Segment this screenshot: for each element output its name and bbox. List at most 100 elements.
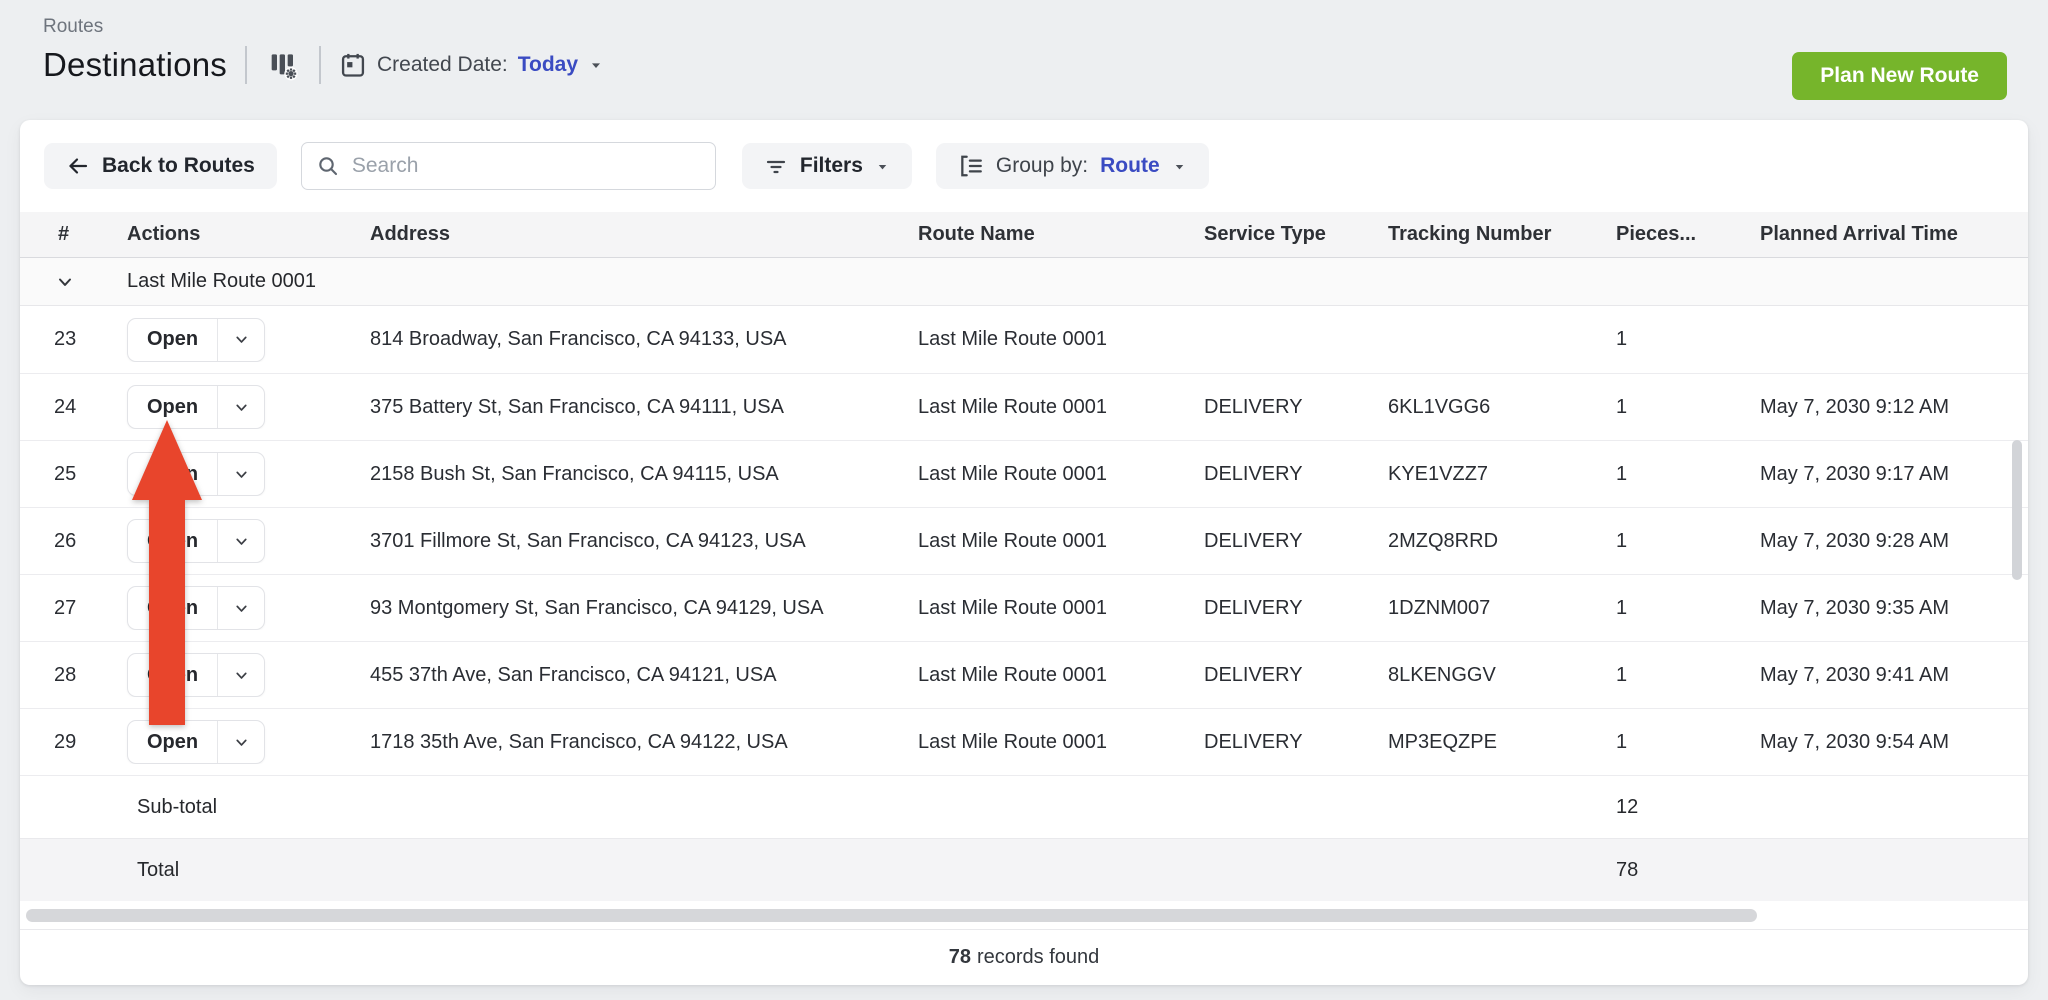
service-type-cell: DELIVERY [1200, 463, 1380, 486]
service-type-cell: DELIVERY [1200, 664, 1380, 687]
actions-cell: Open [110, 720, 370, 764]
divider [245, 46, 247, 84]
destination-row: 29Open1718 35th Ave, San Francisco, CA 9… [20, 708, 2028, 775]
tracking-number-cell: 6KL1VGG6 [1380, 396, 1610, 419]
open-dropdown-button[interactable] [217, 721, 264, 763]
open-button[interactable]: Open [128, 319, 217, 361]
row-number: 26 [20, 530, 110, 553]
back-to-routes-button[interactable]: Back to Routes [44, 143, 277, 189]
column-settings-button[interactable] [265, 47, 301, 83]
actions-cell: Open [110, 452, 370, 496]
open-button[interactable]: Open [128, 386, 217, 428]
destinations-panel: Back to Routes Filters Group by: Route [20, 120, 2028, 985]
open-split-button: Open [127, 653, 265, 697]
destination-row: 28Open455 37th Ave, San Francisco, CA 94… [20, 641, 2028, 708]
group-by-icon [958, 153, 984, 179]
records-found-status: 78 records found [20, 929, 2028, 985]
caret-down-icon [875, 159, 890, 174]
open-dropdown-button[interactable] [217, 520, 264, 562]
calendar-icon [339, 51, 367, 79]
open-dropdown-button[interactable] [217, 319, 264, 361]
actions-cell: Open [110, 653, 370, 697]
caret-down-icon [1172, 159, 1187, 174]
route-name-cell: Last Mile Route 0001 [910, 664, 1200, 687]
open-split-button: Open [127, 519, 265, 563]
actions-cell: Open [110, 519, 370, 563]
route-name-cell: Last Mile Route 0001 [910, 328, 1200, 351]
open-button[interactable]: Open [128, 520, 217, 562]
group-by-value: Route [1100, 154, 1160, 178]
column-header-arrival: Planned Arrival Time [1750, 223, 2028, 246]
search-icon [316, 154, 340, 178]
group-collapse-button[interactable] [20, 268, 110, 296]
tracking-number-cell: KYE1VZZ7 [1380, 463, 1610, 486]
route-name-cell: Last Mile Route 0001 [910, 396, 1200, 419]
pieces-cell: 1 [1610, 328, 1750, 351]
address-cell: 93 Montgomery St, San Francisco, CA 9412… [370, 597, 910, 620]
open-button[interactable]: Open [128, 721, 217, 763]
divider [319, 46, 321, 84]
filters-button[interactable]: Filters [742, 143, 912, 189]
address-cell: 814 Broadway, San Francisco, CA 94133, U… [370, 328, 910, 351]
arrival-time-cell: May 7, 2030 9:28 AM [1750, 530, 2028, 553]
destination-row: 27 Open 93 Montgomery St, San Francisco, C… [20, 574, 2028, 641]
service-type-cell: DELIVERY [1200, 731, 1380, 754]
search-box [301, 142, 716, 190]
filters-label: Filters [800, 154, 863, 178]
open-button[interactable]: Open [128, 587, 217, 629]
page-title: Destinations [43, 46, 227, 84]
service-type-cell: DELIVERY [1200, 597, 1380, 620]
pieces-cell: 1 [1610, 396, 1750, 419]
tracking-number-cell: 8LKENGGV [1380, 664, 1610, 687]
arrival-time-cell: May 7, 2030 9:12 AM [1750, 396, 2028, 419]
created-date-filter[interactable]: Created Date: Today [339, 51, 604, 79]
actions-cell: Open [110, 385, 370, 429]
chevron-down-icon [233, 734, 250, 751]
row-number: 27 [20, 597, 110, 620]
open-dropdown-button[interactable] [217, 386, 264, 428]
group-by-button[interactable]: Group by: Route [936, 143, 1209, 189]
service-type-cell: DELIVERY [1200, 530, 1380, 553]
vertical-scrollbar-thumb[interactable] [2012, 440, 2022, 580]
plan-new-route-button[interactable]: Plan New Route [1792, 52, 2007, 100]
address-cell: 375 Battery St, San Francisco, CA 94111,… [370, 396, 910, 419]
route-name-cell: Last Mile Route 0001 [910, 731, 1200, 754]
row-number: 24 [20, 396, 110, 419]
open-button[interactable]: Open [128, 654, 217, 696]
column-header-pieces: Pieces... [1610, 223, 1750, 246]
group-row: Last Mile Route 0001 [20, 258, 2028, 306]
open-split-button: Open [127, 385, 265, 429]
destination-row: 26 Open 3701 Fillmore St, San Francisco, C… [20, 507, 2028, 574]
open-dropdown-button[interactable] [217, 453, 264, 495]
group-label: Last Mile Route 0001 [110, 270, 316, 293]
open-split-button: Open [127, 452, 265, 496]
created-date-value: Today [518, 53, 578, 77]
arrival-time-cell: May 7, 2030 9:54 AM [1750, 731, 2028, 754]
breadcrumb[interactable]: Routes [43, 16, 103, 38]
pieces-cell: 1 [1610, 664, 1750, 687]
row-number: 25 [20, 463, 110, 486]
chevron-down-icon [233, 667, 250, 684]
top-bar: Routes Destinations [0, 0, 2048, 120]
open-dropdown-button[interactable] [217, 654, 264, 696]
open-button[interactable]: Open [128, 453, 217, 495]
chevron-down-icon [233, 399, 250, 416]
column-header-service: Service Type [1200, 223, 1380, 246]
route-name-cell: Last Mile Route 0001 [910, 530, 1200, 553]
address-cell: 455 37th Ave, San Francisco, CA 94121, U… [370, 664, 910, 687]
arrival-time-cell: May 7, 2030 9:35 AM [1750, 597, 2028, 620]
table-header: # Actions Address Route Name Service Typ… [20, 212, 2028, 258]
horizontal-scrollbar-thumb[interactable] [26, 909, 1757, 922]
address-cell: 3701 Fillmore St, San Francisco, CA 9412… [370, 530, 910, 553]
arrival-time-cell: May 7, 2030 9:41 AM [1750, 664, 2028, 687]
chevron-down-icon [233, 331, 250, 348]
subtotal-pieces-value: 12 [1610, 796, 1750, 819]
address-cell: 1718 35th Ave, San Francisco, CA 94122, … [370, 731, 910, 754]
destination-row: 23Open814 Broadway, San Francisco, CA 94… [20, 306, 2028, 373]
open-dropdown-button[interactable] [217, 587, 264, 629]
table-toolbar: Back to Routes Filters Group by: Route [20, 120, 2028, 212]
search-input[interactable] [352, 154, 701, 178]
actions-cell: Open [110, 318, 370, 362]
column-header-address: Address [370, 223, 910, 246]
pieces-cell: 1 [1610, 731, 1750, 754]
